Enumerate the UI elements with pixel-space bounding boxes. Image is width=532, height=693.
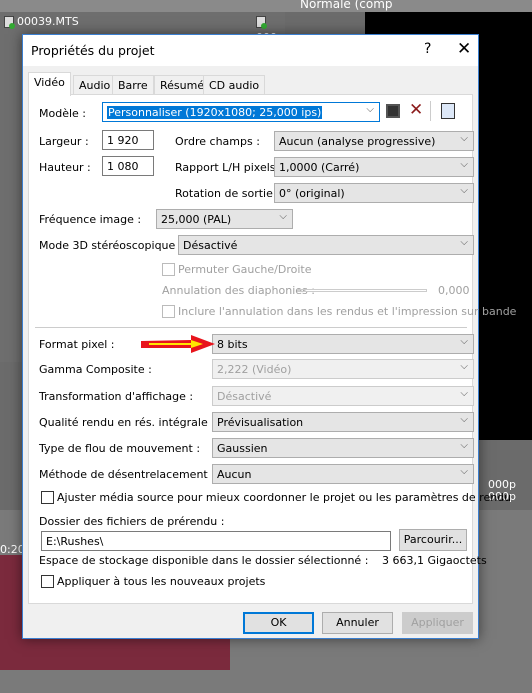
help-button[interactable]: ?	[424, 41, 431, 57]
toolbar-divider	[430, 101, 431, 121]
file-item[interactable]: 00039.MTS	[4, 14, 79, 30]
ajuster-label: Ajuster média source pour mieux coordonn…	[57, 491, 512, 504]
tab-audio[interactable]: Audio	[73, 75, 117, 95]
desentrelacement-select[interactable]: Aucun ⌵	[212, 464, 474, 484]
inclure-checkbox[interactable]	[162, 305, 175, 318]
rapport-select[interactable]: 1,0000 (Carré) ⌵	[274, 157, 474, 177]
gamma-select[interactable]: 2,222 (Vidéo) ⌵	[212, 359, 474, 379]
project-properties-dialog: Propriétés du projet ? ✕ Vidéo Audio Bar…	[22, 34, 516, 639]
rapport-label: Rapport L/H pixels :	[175, 161, 283, 174]
espace-value: 3 663,1 Gigaoctets	[382, 554, 487, 567]
format-pixel-select[interactable]: 8 bits ⌵	[212, 334, 474, 354]
format-pixel-label: Format pixel :	[39, 338, 115, 351]
file-item[interactable]: 000	[256, 14, 285, 44]
close-button[interactable]: ✕	[457, 39, 471, 59]
frequence-select[interactable]: 25,000 (PAL) ⌵	[156, 209, 293, 229]
chevron-down-icon: ⌵	[460, 133, 468, 144]
ajuster-checkbox[interactable]	[41, 491, 54, 504]
chevron-down-icon: ⌵	[460, 185, 468, 196]
cancel-button[interactable]: Annuler	[322, 612, 393, 634]
red-arrow-annotation	[141, 335, 215, 353]
chevron-down-icon: ⌵	[460, 440, 468, 451]
largeur-input[interactable]: 1 920	[102, 130, 154, 150]
dialog-title: Propriétés du projet	[31, 43, 155, 58]
mode3d-select[interactable]: Désactivé ⌵	[178, 235, 474, 255]
appliquer-tous-checkbox[interactable]	[41, 575, 54, 588]
video-tab-panel: Modèle : Personnaliser (1920x1080; 25,00…	[28, 94, 516, 604]
tab-resume[interactable]: Résumé	[154, 75, 211, 95]
match-media-icon[interactable]	[441, 103, 455, 119]
flou-label: Type de flou de mouvement :	[39, 442, 201, 455]
divider	[35, 327, 467, 328]
video-file-icon	[4, 16, 15, 29]
frequence-label: Fréquence image :	[39, 213, 142, 226]
rotation-select[interactable]: 0° (original) ⌵	[274, 183, 474, 203]
appliquer-tous-label: Appliquer à tous les nouveaux projets	[57, 575, 266, 588]
apply-button[interactable]: Appliquer	[402, 612, 473, 634]
rotation-label: Rotation de sortie :	[175, 187, 281, 200]
flou-select[interactable]: Gaussien ⌵	[212, 438, 474, 458]
desentrelacement-label: Méthode de désentrelacement :	[39, 468, 215, 481]
dossier-label: Dossier des fichiers de prérendu :	[39, 515, 225, 528]
modele-select[interactable]: Personnaliser (1920x1080; 25,000 ips) ⌵	[102, 102, 380, 122]
ordre-champs-select[interactable]: Aucun (analyse progressive) ⌵	[274, 131, 474, 151]
app-toolbar	[0, 0, 532, 12]
transformation-select[interactable]: Désactivé ⌵	[212, 386, 474, 406]
annulation-slider[interactable]	[297, 289, 427, 292]
ok-button[interactable]: OK	[243, 612, 314, 634]
mode3d-label: Mode 3D stéréoscopique :	[39, 239, 183, 252]
chevron-down-icon: ⌵	[460, 388, 468, 399]
save-icon[interactable]	[386, 104, 400, 118]
browse-button[interactable]: Parcourir...	[399, 529, 467, 551]
chevron-down-icon: ⌵	[460, 466, 468, 477]
inclure-label: Inclure l'annulation dans les rendus et …	[178, 305, 517, 318]
gamma-label: Gamma Composite :	[39, 363, 152, 376]
permuter-label: Permuter Gauche/Droite	[178, 263, 312, 276]
preview-mode-label: Normale (comp	[300, 0, 393, 11]
qualite-label: Qualité rendu en rés. intégrale :	[39, 416, 215, 429]
dialog-titlebar: Propriétés du projet ? ✕	[23, 35, 478, 66]
tab-video[interactable]: Vidéo	[28, 72, 71, 96]
delete-icon[interactable]: ✕	[409, 100, 423, 120]
permuter-checkbox[interactable]	[162, 263, 175, 276]
video-file-icon	[256, 16, 267, 29]
chevron-down-icon: ⌵	[460, 237, 468, 248]
hauteur-label: Hauteur :	[39, 161, 91, 174]
tab-cd-audio[interactable]: CD audio	[203, 75, 266, 95]
transformation-label: Transformation d'affichage :	[39, 390, 194, 403]
chevron-down-icon: ⌵	[460, 159, 468, 170]
chevron-down-icon: ⌵	[460, 414, 468, 425]
chevron-down-icon: ⌵	[279, 211, 287, 222]
annulation-label: Annulation des diaphonies :	[162, 284, 315, 297]
annulation-value: 0,000	[438, 284, 470, 297]
espace-label: Espace de stockage disponible dans le do…	[39, 554, 369, 567]
dossier-input[interactable]: E:\Rushes\	[41, 531, 391, 551]
modele-label: Modèle :	[39, 107, 86, 120]
ordre-champs-label: Ordre champs :	[175, 135, 260, 148]
chevron-down-icon: ⌵	[460, 361, 468, 372]
largeur-label: Largeur :	[39, 135, 89, 148]
chevron-down-icon: ⌵	[366, 104, 374, 115]
tab-barre[interactable]: Barre	[112, 75, 154, 95]
hauteur-input[interactable]: 1 080	[102, 156, 154, 176]
chevron-down-icon: ⌵	[460, 336, 468, 347]
qualite-select[interactable]: Prévisualisation ⌵	[212, 412, 474, 432]
